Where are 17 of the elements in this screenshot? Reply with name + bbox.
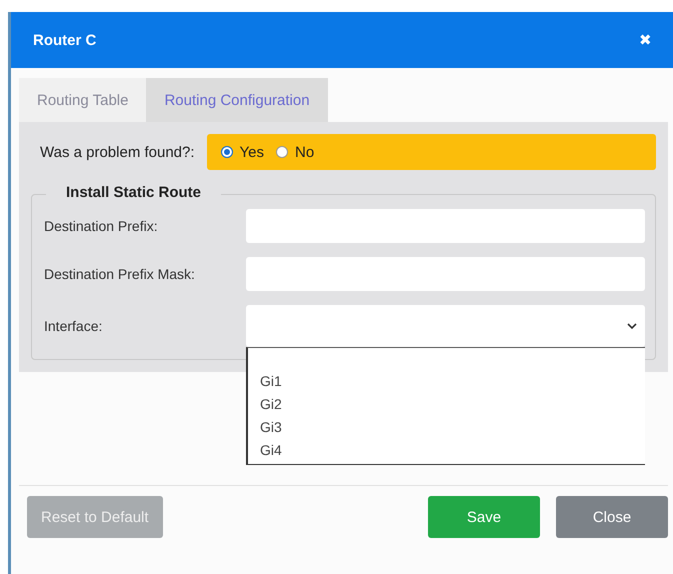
field-label: Destination Prefix Mask: [44, 266, 196, 282]
footer-button[interactable]: Close [556, 496, 668, 538]
window-title: Router C [33, 32, 96, 48]
dropdown-option[interactable]: Gi4 [260, 439, 645, 462]
input-field[interactable] [246, 257, 645, 291]
question-label: Was a problem found?: [39, 144, 195, 160]
input-field[interactable] [246, 209, 645, 243]
radio-option[interactable]: Yes [220, 144, 264, 160]
close-button[interactable]: ✖ [639, 31, 652, 49]
dropdown-option[interactable]: Gi2 [260, 393, 645, 416]
field-label: Destination Prefix: [44, 218, 159, 234]
chevron-icon [627, 322, 637, 330]
dropdown-option[interactable]: Gi1 [260, 370, 645, 393]
radio-option[interactable]: No [276, 144, 314, 160]
field-label: Interface: [44, 318, 104, 334]
dropdown-field[interactable] [246, 305, 645, 347]
dropdown-option[interactable]: Gi3 [260, 416, 645, 439]
